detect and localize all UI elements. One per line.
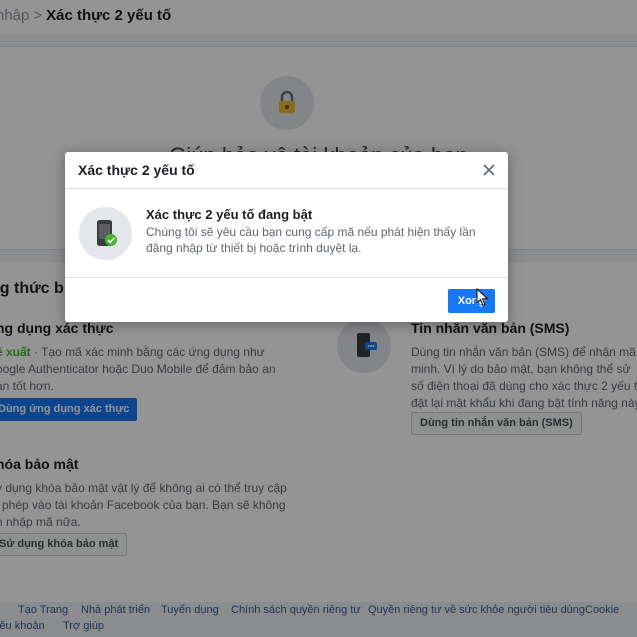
dialog-header: Xác thực 2 yếu tố bbox=[65, 152, 508, 189]
phone-check-icon bbox=[79, 207, 132, 260]
mouse-pointer-icon bbox=[476, 288, 489, 307]
dialog-body: Xác thực 2 yếu tố đang bật Chúng tôi sẽ … bbox=[65, 189, 508, 277]
close-icon[interactable] bbox=[480, 161, 498, 179]
dialog-text: Chúng tôi sẽ yêu cầu bạn cung cấp mã nếu… bbox=[146, 225, 476, 255]
dialog-footer: Xong bbox=[65, 277, 508, 322]
two-factor-dialog: Xác thực 2 yếu tố Xác thực 2 yếu tố đang… bbox=[65, 152, 508, 322]
dialog-title: Xác thực 2 yếu tố bbox=[78, 162, 195, 178]
dialog-heading: Xác thực 2 yếu tố đang bật bbox=[146, 207, 313, 222]
